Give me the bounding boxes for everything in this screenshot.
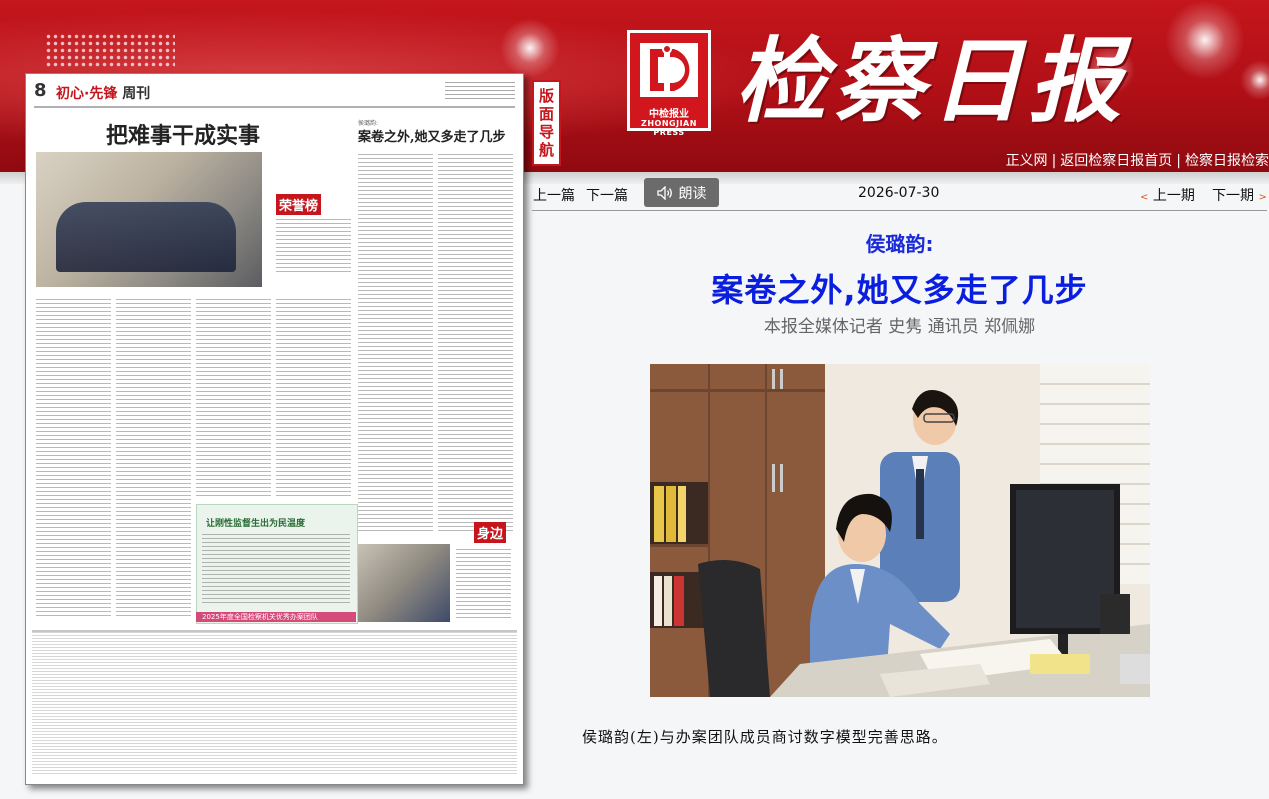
prev-issue-label: 上一期: [1152, 188, 1195, 204]
link-search[interactable]: 检察日报检索: [1185, 153, 1269, 169]
thumbnail-section-suffix: 周刊: [122, 86, 151, 102]
link-justice-net[interactable]: 正义网: [1006, 153, 1048, 169]
read-aloud-button[interactable]: 朗读: [644, 178, 719, 207]
thumbnail-section-label: 初心·先锋: [56, 86, 118, 102]
sparkle-decoration: [1165, 0, 1245, 80]
article-kicker: 侯璐韵:: [865, 232, 934, 256]
press-logo-cn: 中检报业: [649, 109, 689, 120]
thumbnail-photo-caption-text: [276, 219, 351, 274]
thumbnail-text-column: [196, 299, 271, 499]
nav-tab-char: 导: [538, 123, 554, 141]
prev-article-link[interactable]: 上一篇: [533, 185, 575, 205]
nav-tab-char: 版: [538, 87, 554, 105]
thumbnail-small-photo: [358, 544, 450, 622]
page-thumbnail[interactable]: 8 初心·先锋 周刊 把难事干成实事 荣誉榜 侯璐韵: 案卷之外,她又多走了几步…: [25, 73, 524, 785]
thumbnail-box-text: [202, 534, 350, 604]
press-logo[interactable]: 中检报业 ZHONGJIAN PRESS: [627, 30, 711, 137]
speaker-icon: [656, 185, 672, 200]
nav-tab-char: 面: [538, 105, 554, 123]
thumbnail-text-column: [456, 549, 511, 619]
thumbnail-badge-honor: 荣誉榜: [276, 194, 322, 215]
thumbnail-text-column: [438, 154, 513, 534]
nav-tab-char: 航: [538, 141, 554, 159]
chevron-left-icon: <: [1140, 192, 1149, 203]
thumbnail-notice-area: [32, 630, 517, 776]
article-photo-image: [650, 364, 1150, 697]
page-navigation-tab[interactable]: 版 面 导 航: [532, 80, 561, 166]
article-navbar: 上一篇 下一篇 朗读 2026-07-30 < 上一期 下一期 >: [532, 178, 1267, 211]
masthead-title: 检察日报: [735, 27, 1128, 135]
thumbnail-text-column: [276, 299, 351, 499]
press-logo-en: ZHONGJIAN PRESS: [641, 119, 697, 137]
link-separator: |: [1051, 153, 1057, 169]
thumbnail-section: 初心·先锋 周刊: [56, 83, 150, 103]
thumbnail-right-title: 案卷之外,她又多走了几步: [358, 130, 506, 145]
thumbnail-header: 8 初心·先锋 周刊: [34, 80, 515, 108]
thumbnail-header-text: [445, 82, 515, 100]
thumbnail-text-column: [358, 154, 433, 534]
thumbnail-badge-side: 身边: [474, 522, 507, 543]
thumbnail-photo: [36, 152, 262, 287]
article-photo: [650, 364, 1150, 697]
top-links: 正义网 | 返回检察日报首页 | 检察日报检索: [1006, 150, 1269, 170]
thumbnail-page-number: 8: [34, 80, 47, 101]
press-logo-icon: [640, 43, 698, 97]
sparkle-decoration: [500, 18, 560, 78]
issue-date: 2026-07-30: [858, 185, 940, 201]
thumbnail-title: 把难事干成实事: [106, 123, 261, 149]
sparkle-decoration: [1240, 60, 1269, 100]
next-article-link[interactable]: 下一篇: [586, 185, 628, 205]
thumbnail-pink-bar-text: 2025年度全国检察机关优秀办案团队: [202, 613, 318, 621]
dot-pattern-decoration: [45, 33, 175, 69]
read-aloud-label: 朗读: [678, 185, 707, 202]
next-issue-label: 下一期: [1212, 188, 1254, 204]
prev-issue-link[interactable]: < 上一期: [1140, 185, 1195, 205]
link-home[interactable]: 返回检察日报首页: [1060, 153, 1172, 169]
article-headline: 案卷之外,她又多走了几步: [711, 271, 1088, 309]
thumbnail-green-title: 让刚性监督生出为民温度: [206, 519, 306, 529]
link-separator: |: [1176, 153, 1181, 169]
thumbnail-text-column: [116, 299, 191, 619]
chevron-right-icon: >: [1258, 192, 1267, 203]
article-byline: 本报全媒体记者 史隽 通讯员 郑佩娜: [763, 317, 1036, 337]
photo-caption: 侯璐韵(左)与办案团队成员商讨数字模型完善思路。: [582, 728, 948, 746]
thumbnail-text-column: [36, 299, 111, 619]
next-issue-link[interactable]: 下一期 >: [1212, 185, 1267, 205]
